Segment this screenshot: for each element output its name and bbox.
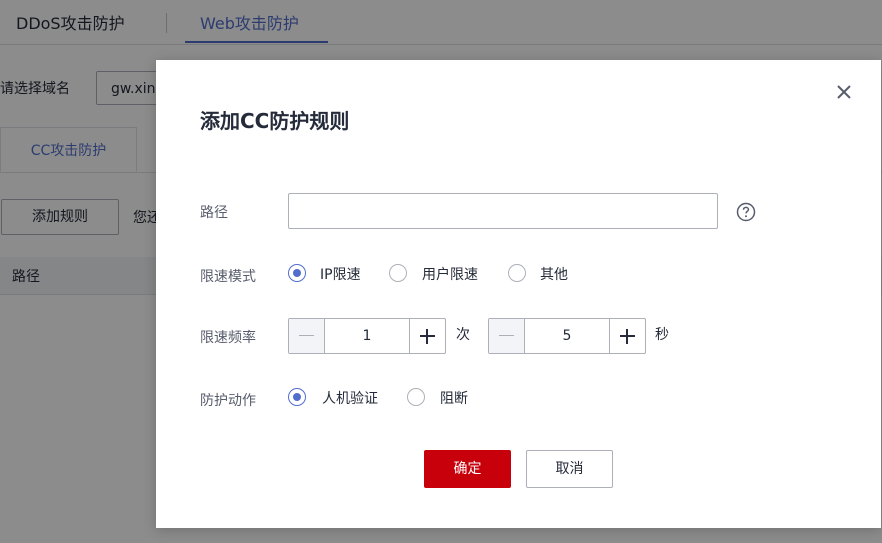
rate-count-value[interactable]: 1	[325, 319, 409, 353]
cancel-button[interactable]: 取消	[526, 450, 613, 488]
add-cc-rule-dialog: 添加CC防护规则 路径 限速模式 IP限速 用户限速 其他 限速频率 1 次 5…	[156, 60, 881, 528]
help-icon[interactable]	[736, 202, 756, 222]
path-input[interactable]	[288, 193, 718, 229]
radio-ip-limit-label[interactable]: IP限速	[320, 264, 361, 284]
radio-captcha-label[interactable]: 人机验证	[322, 388, 378, 408]
confirm-button[interactable]: 确定	[424, 450, 511, 488]
radio-other[interactable]	[508, 264, 526, 282]
rate-seconds-value[interactable]: 5	[525, 319, 609, 353]
path-label: 路径	[200, 205, 228, 221]
radio-user-limit[interactable]	[389, 264, 407, 282]
rate-label: 限速频率	[200, 330, 256, 346]
decrement-seconds-button[interactable]	[489, 319, 525, 353]
close-icon[interactable]	[832, 80, 856, 104]
mode-label: 限速模式	[200, 269, 256, 285]
radio-block-label[interactable]: 阻断	[440, 388, 468, 408]
increment-seconds-button[interactable]	[609, 319, 645, 353]
decrement-count-button[interactable]	[289, 319, 325, 353]
radio-ip-limit[interactable]	[288, 264, 306, 282]
radio-captcha[interactable]	[288, 388, 306, 406]
rate-count-stepper: 1	[288, 318, 446, 354]
radio-other-label[interactable]: 其他	[540, 264, 568, 284]
seconds-unit: 秒	[655, 327, 669, 343]
rate-seconds-stepper: 5	[488, 318, 646, 354]
dialog-title: 添加CC防护规则	[200, 109, 350, 133]
radio-block[interactable]	[407, 388, 425, 406]
radio-user-limit-label[interactable]: 用户限速	[422, 264, 478, 284]
increment-count-button[interactable]	[409, 319, 445, 353]
action-label: 防护动作	[200, 393, 256, 409]
count-unit: 次	[456, 327, 470, 343]
